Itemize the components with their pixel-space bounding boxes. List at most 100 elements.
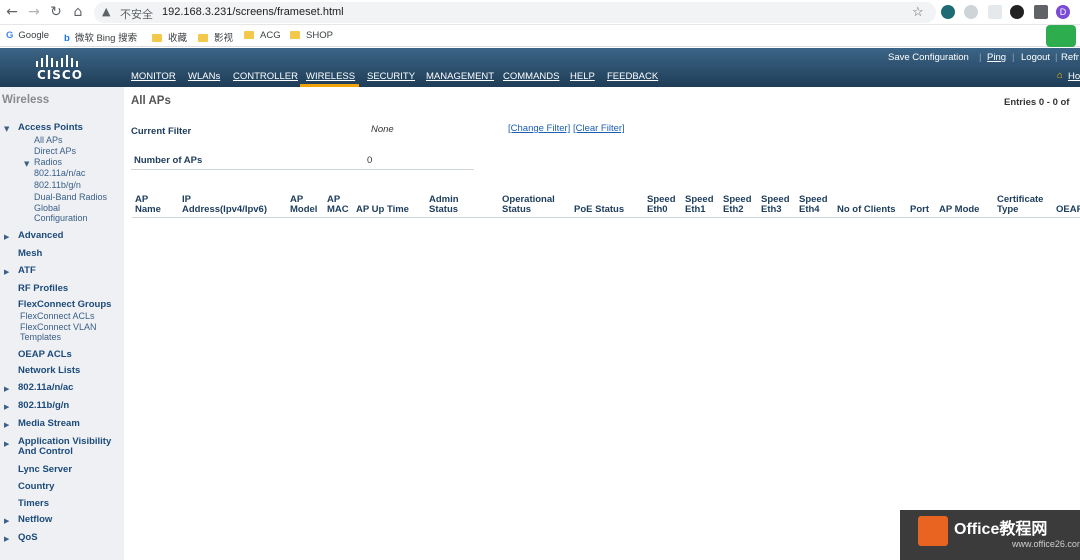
sidebar-item-and-control[interactable]: And Control — [18, 446, 73, 457]
sidebar-item-atf[interactable]: ATF — [18, 265, 36, 276]
expand-right-icon[interactable]: ▶ — [4, 385, 9, 393]
col-admin-status[interactable]: Admin Status — [429, 195, 459, 215]
col-no-of-clients[interactable]: No of Clients — [837, 195, 896, 215]
col-operational-status[interactable]: Operational Status — [502, 195, 555, 215]
expand-down-icon[interactable]: ▼ — [4, 125, 9, 133]
nav-controller[interactable]: CONTROLLER — [233, 71, 298, 82]
sidebar-item-80211b[interactable]: 802.11b/g/n — [18, 400, 69, 411]
sidebar-item-dual-band[interactable]: Dual-Band Radios — [34, 192, 107, 202]
bookmark-bing[interactable]: b 微软 Bing 搜索 — [64, 30, 137, 44]
bookmark-folder[interactable]: 影视 — [198, 30, 233, 44]
expand-right-icon[interactable]: ▶ — [4, 517, 9, 525]
sidebar-item-radios[interactable]: Radios — [34, 157, 62, 167]
refresh-link[interactable]: Refr — [1061, 52, 1079, 63]
col-speed-eth1[interactable]: Speed Eth1 — [685, 195, 714, 215]
change-filter-link[interactable]: [Change Filter] — [508, 123, 570, 134]
bookmark-folder[interactable]: ACG — [244, 30, 281, 41]
home-link-icon[interactable]: ⌂ — [1057, 70, 1063, 81]
ping-link[interactable]: Ping — [987, 52, 1006, 63]
nav-management[interactable]: MANAGEMENT — [426, 71, 494, 82]
logout-link[interactable]: Logout — [1021, 52, 1050, 63]
address-bar[interactable]: ▲ 不安全 192.168.3.231/screens/frameset.htm… — [94, 2, 936, 23]
sidebar-item-media-stream[interactable]: Media Stream — [18, 418, 80, 429]
page-title: All APs — [131, 95, 171, 107]
sidebar-item-flexconnect-vlan[interactable]: FlexConnect VLAN — [20, 322, 97, 332]
back-icon[interactable]: ← — [4, 4, 20, 20]
profile-avatar[interactable]: D — [1056, 5, 1070, 19]
bookmark-google[interactable]: G Google — [6, 30, 49, 41]
sidebar-item-timers[interactable]: Timers — [18, 498, 49, 509]
expand-right-icon[interactable]: ▶ — [4, 440, 9, 448]
extension-icon[interactable] — [1010, 5, 1024, 19]
nav-help[interactable]: HELP — [570, 71, 595, 82]
browser-toolbar: ← → ↻ ⌂ ▲ 不安全 192.168.3.231/screens/fram… — [0, 0, 1080, 25]
nav-monitor[interactable]: MONITOR — [131, 71, 176, 82]
sidebar-item-radio-a[interactable]: 802.11a/n/ac — [34, 168, 85, 178]
sidebar-item-network-lists[interactable]: Network Lists — [18, 365, 80, 376]
sidebar-item-configuration[interactable]: Configuration — [34, 213, 88, 223]
col-ip-address[interactable]: IP Address(Ipv4/Ipv6) — [182, 195, 267, 215]
col-ap-model[interactable]: AP Model — [290, 195, 317, 215]
nav-wlans[interactable]: WLANs — [188, 71, 220, 82]
bookmark-folder[interactable]: 收藏 — [152, 30, 187, 44]
filter-links: [Change Filter] [Clear Filter] — [508, 123, 625, 134]
sidebar-item-all-aps[interactable]: All APs — [34, 135, 63, 145]
col-ap-up-time[interactable]: AP Up Time — [356, 195, 409, 215]
col-ap-mac[interactable]: AP MAC — [327, 195, 349, 215]
star-icon[interactable]: ☆ — [912, 4, 924, 20]
extension-icon[interactable] — [941, 5, 955, 19]
expand-right-icon[interactable]: ▶ — [4, 421, 9, 429]
col-port[interactable]: Port — [910, 195, 929, 215]
expand-down-icon[interactable]: ▼ — [24, 160, 29, 168]
col-poe-status[interactable]: PoE Status — [574, 195, 624, 215]
sidebar-item-mesh[interactable]: Mesh — [18, 248, 42, 259]
sidebar-item-flexconnect-groups[interactable]: FlexConnect Groups — [18, 299, 111, 310]
expand-right-icon[interactable]: ▶ — [4, 535, 9, 543]
bookmark-folder[interactable]: SHOP — [290, 30, 333, 41]
clear-filter-link[interactable]: [Clear Filter] — [573, 123, 625, 134]
folder-icon — [152, 34, 162, 42]
nav-feedback[interactable]: FEEDBACK — [607, 71, 658, 82]
office-logo-icon — [918, 516, 948, 546]
expand-right-icon[interactable]: ▶ — [4, 268, 9, 276]
sidebar-item-lync-server[interactable]: Lync Server — [18, 464, 72, 475]
col-ap-name[interactable]: AP Name — [135, 195, 161, 215]
col-speed-eth4[interactable]: Speed Eth4 — [799, 195, 828, 215]
sidebar-item-radio-b[interactable]: 802.11b/g/n — [34, 180, 81, 190]
app-s-icon[interactable] — [1046, 25, 1076, 47]
sidebar-item-global[interactable]: Global — [34, 203, 60, 213]
sidebar-item-direct-aps[interactable]: Direct APs — [34, 146, 76, 156]
col-certificate-type[interactable]: Certificate Type — [997, 195, 1043, 215]
sidebar-item-rf-profiles[interactable]: RF Profiles — [18, 283, 68, 294]
col-oeap[interactable]: OEAP — [1056, 195, 1080, 215]
expand-right-icon[interactable]: ▶ — [4, 233, 9, 241]
bing-icon: b — [64, 33, 70, 44]
home-link[interactable]: Ho — [1068, 71, 1080, 82]
nav-commands[interactable]: COMMANDS — [503, 71, 559, 82]
sidebar-item-templates[interactable]: Templates — [20, 332, 61, 342]
sidebar-item-qos[interactable]: QoS — [18, 532, 38, 543]
sidebar-item-netflow[interactable]: Netflow — [18, 514, 52, 525]
forward-icon[interactable]: → — [26, 4, 42, 20]
sidebar-item-flexconnect-acls[interactable]: FlexConnect ACLs — [20, 311, 95, 321]
sidebar-item-80211a[interactable]: 802.11a/n/ac — [18, 382, 73, 393]
nav-wireless[interactable]: WIRELESS — [306, 71, 355, 82]
sidebar-item-access-points[interactable]: Access Points — [18, 122, 83, 133]
sidebar-item-advanced[interactable]: Advanced — [18, 230, 63, 241]
col-speed-eth0[interactable]: Speed Eth0 — [647, 195, 676, 215]
reload-icon[interactable]: ↻ — [48, 4, 64, 20]
watermark-overlay: Office教程网 www.office26.com — [900, 510, 1080, 560]
col-speed-eth2[interactable]: Speed Eth2 — [723, 195, 752, 215]
sidebar-item-country[interactable]: Country — [18, 481, 54, 492]
save-configuration-link[interactable]: Save Configuration — [888, 52, 969, 63]
extension-icon[interactable] — [988, 5, 1002, 19]
puzzle-icon[interactable] — [1034, 5, 1048, 19]
col-ap-mode[interactable]: AP Mode — [939, 195, 979, 215]
col-speed-eth3[interactable]: Speed Eth3 — [761, 195, 790, 215]
table-header-divider — [132, 217, 1080, 218]
nav-security[interactable]: SECURITY — [367, 71, 415, 82]
expand-right-icon[interactable]: ▶ — [4, 403, 9, 411]
extension-icon[interactable] — [964, 5, 978, 19]
sidebar-item-oeap-acls[interactable]: OEAP ACLs — [18, 349, 72, 360]
home-icon[interactable]: ⌂ — [70, 4, 86, 20]
